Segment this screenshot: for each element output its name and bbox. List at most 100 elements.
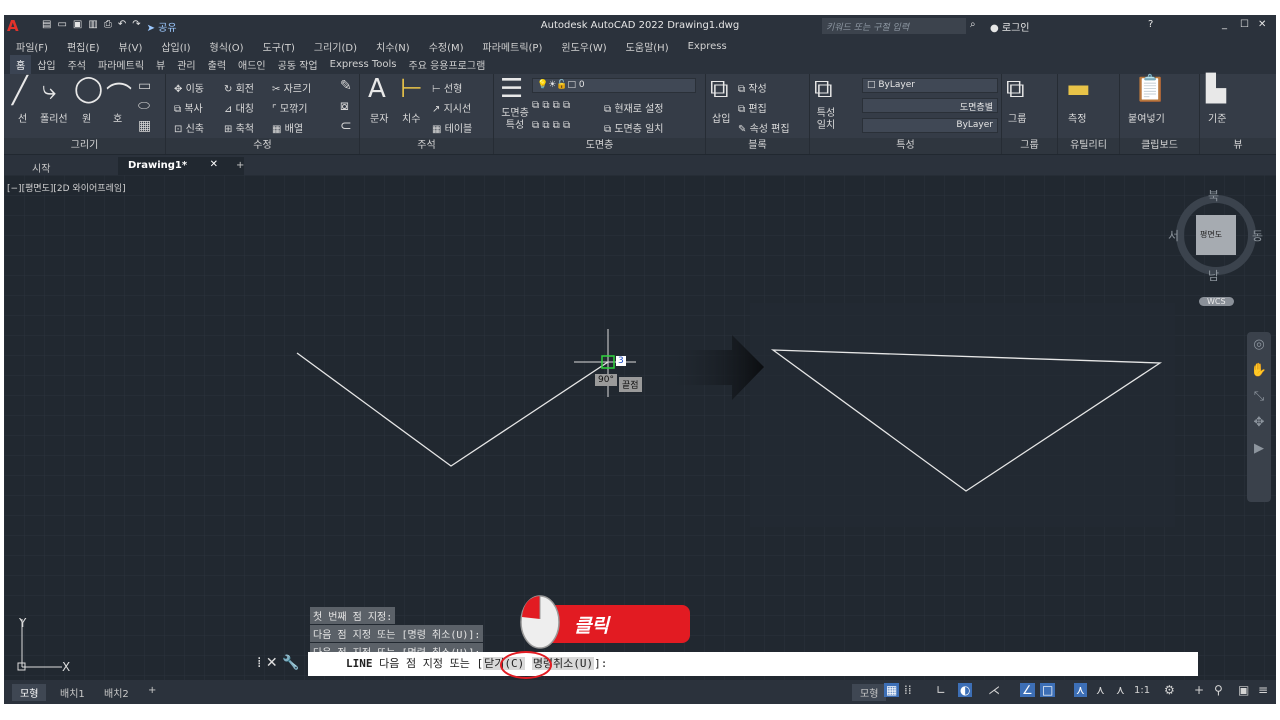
menu-item[interactable]: 치수(N) [376,39,410,54]
match-properties-icon[interactable]: ⧉ [814,74,833,105]
linear-button[interactable]: ⊢ 선형 [432,80,462,95]
menu-item[interactable]: 그리기(D) [314,39,357,54]
layout-tab-model[interactable]: 모형 [12,684,47,701]
line-label[interactable]: 선 [18,110,27,125]
leader-button[interactable]: ↗ 지시선 [432,100,471,115]
menu-item[interactable]: 도구(T) [263,39,295,54]
paste-icon[interactable]: 📋 [1134,74,1166,104]
measure-icon[interactable]: ▬ [1066,74,1091,104]
rotate-button[interactable]: ↻ 회전 [224,80,254,95]
attr-edit-button[interactable]: ✎ 속성 편집 [738,120,790,135]
login-button[interactable]: ● 로그인 [990,19,1030,34]
navigation-bar[interactable]: ◎ ✋ ⤡ ✥ ▶ [1247,332,1271,502]
base-view-icon[interactable]: ▙ [1206,74,1226,104]
help-icon[interactable]: ? [1148,19,1153,30]
panel-annotation-title[interactable]: 주석 [360,138,493,154]
tab-annotate[interactable]: 주석 [62,57,92,72]
add-icon[interactable]: + [1194,683,1204,697]
new-tab-icon[interactable]: + [226,157,254,175]
polyline-label[interactable]: 폴리선 [40,110,68,125]
close-icon[interactable]: ✕ [1258,19,1266,30]
layer-tools2-icon[interactable]: ⧉ ⧉ ⧉ ⧉ [532,120,570,131]
layout-tab-1[interactable]: 배치1 [52,684,93,701]
layer-match-button[interactable]: ⧉ 도면층 일치 [604,120,664,135]
annotation-visibility-icon[interactable]: ⋏ [1074,683,1087,697]
linetype-dropdown[interactable]: 도면층별 [862,98,998,113]
annoscale-icon[interactable]: ⋏ [1116,683,1125,697]
search-icon[interactable]: ⌕ [970,19,976,30]
tab-insert[interactable]: 삽입 [31,57,61,72]
tab-parametric[interactable]: 파라메트릭 [92,57,150,72]
osnap-icon[interactable]: □ [1040,683,1056,697]
insert-label[interactable]: 삽입 [712,110,730,125]
panel-view-title[interactable]: 뷰 [1200,138,1276,154]
menu-item[interactable]: 뷰(V) [119,39,143,54]
group-label[interactable]: 그룹 [1008,110,1026,125]
color-dropdown[interactable]: □ ByLayer [862,78,998,93]
table-button[interactable]: ▦ 테이블 [432,120,472,135]
viewcube[interactable]: 북 남 동 서 평면도 [1168,189,1263,283]
osnap-track-icon[interactable]: ∠ [1020,683,1035,697]
minimize-icon[interactable]: _ [1222,19,1227,30]
menu-item[interactable]: 삽입(I) [161,39,190,54]
menu-item[interactable]: Express [688,41,727,52]
text-label[interactable]: 문자 [370,110,388,125]
panel-layers-title[interactable]: 도면층 [494,138,705,154]
compass-south[interactable]: 남 [1208,267,1219,284]
isodraft-icon[interactable]: ⋌ [988,683,1000,697]
compass-north[interactable]: 북 [1208,187,1219,204]
stretch-button[interactable]: ⊡ 신축 [174,120,204,135]
tab-home[interactable]: 홈 [10,55,32,74]
insert-icon[interactable]: ⧉ [710,74,729,105]
scale-button[interactable]: ⊞ 축척 [224,120,254,135]
tab-express-tools[interactable]: Express Tools [324,59,403,70]
copy-button[interactable]: ⧉ 복사 [174,100,203,115]
layer-properties-icon[interactable]: ☰ [500,74,523,104]
maximize-icon[interactable]: ☐ [1240,19,1249,30]
fullscreen-icon[interactable]: ▣ [1238,683,1249,697]
viewport-label[interactable]: [−][평면도][2D 와이어프레임] [7,181,126,194]
layer-properties-label[interactable]: 도면층 특성 [498,108,532,132]
layer-dropdown[interactable]: 💡☀🔓□ 0 [532,78,696,93]
menu-item[interactable]: 파일(F) [16,39,48,54]
search-input[interactable]: 키워드 또는 구절 입력 [822,18,966,34]
measure-label[interactable]: 측정 [1068,110,1086,125]
panel-properties-title[interactable]: 특성 [810,138,1001,154]
polyline-icon[interactable]: ⤷ [42,76,57,107]
command-line-grip-icon[interactable]: ⁞ ✕ 🔧 [257,655,300,671]
panel-modify-title[interactable]: 수정 [166,138,359,154]
paste-label[interactable]: 붙여넣기 [1128,110,1165,125]
panel-block-title[interactable]: 블록 [706,138,809,154]
workspace-gear-icon[interactable]: ⚙ [1164,683,1175,697]
tab-collaborate[interactable]: 공동 작업 [272,57,324,72]
viewcube-face[interactable]: 평면도 [1200,229,1222,240]
menu-item[interactable]: 도움말(H) [626,39,669,54]
compass-east[interactable]: 동 [1252,227,1263,244]
create-block-button[interactable]: ⧉ 작성 [738,80,767,95]
compass-west[interactable]: 서 [1168,227,1179,244]
wcs-menu[interactable]: WCS [1199,297,1234,306]
scale-value[interactable]: 1:1 [1134,685,1150,696]
command-line[interactable]: LINE 다음 점 지정 또는 [닫기(C) 명령취소(U)]: [308,652,1198,676]
edit-block-button[interactable]: ⧉ 편집 [738,100,767,115]
tab-manage[interactable]: 관리 [171,57,201,72]
menu-item[interactable]: 편집(E) [67,39,100,54]
offset-icon[interactable]: ⊂ [340,118,352,134]
menu-item[interactable]: 형식(O) [210,39,244,54]
menu-item[interactable]: 파라메트릭(P) [483,39,543,54]
ellipse-icon[interactable]: ⬭ [138,98,150,114]
layer-tools-icon[interactable]: ⧉ ⧉ ⧉ ⧉ [532,100,570,111]
array-button[interactable]: ▦ 배열 [272,120,303,135]
circle-label[interactable]: 원 [82,110,91,125]
match-properties-label[interactable]: 특성 일치 [814,108,838,132]
layout-tab-2[interactable]: 배치2 [96,684,137,701]
explode-icon[interactable]: ⧇ [340,98,349,114]
tab-addins[interactable]: 애드인 [232,57,272,72]
make-current-button[interactable]: ⧉ 현재로 설정 [604,100,664,115]
autoscale-icon[interactable]: ⋏ [1096,683,1105,697]
menu-item[interactable]: 수정(M) [429,39,464,54]
snap-icon[interactable]: ⁞⁞ [904,683,912,697]
nav-icons[interactable]: ◎ ✋ ⤡ ✥ ▶ [1247,332,1271,462]
dimension-icon[interactable]: ⊢ [400,74,423,104]
mirror-button[interactable]: ⊿ 대칭 [224,100,254,115]
